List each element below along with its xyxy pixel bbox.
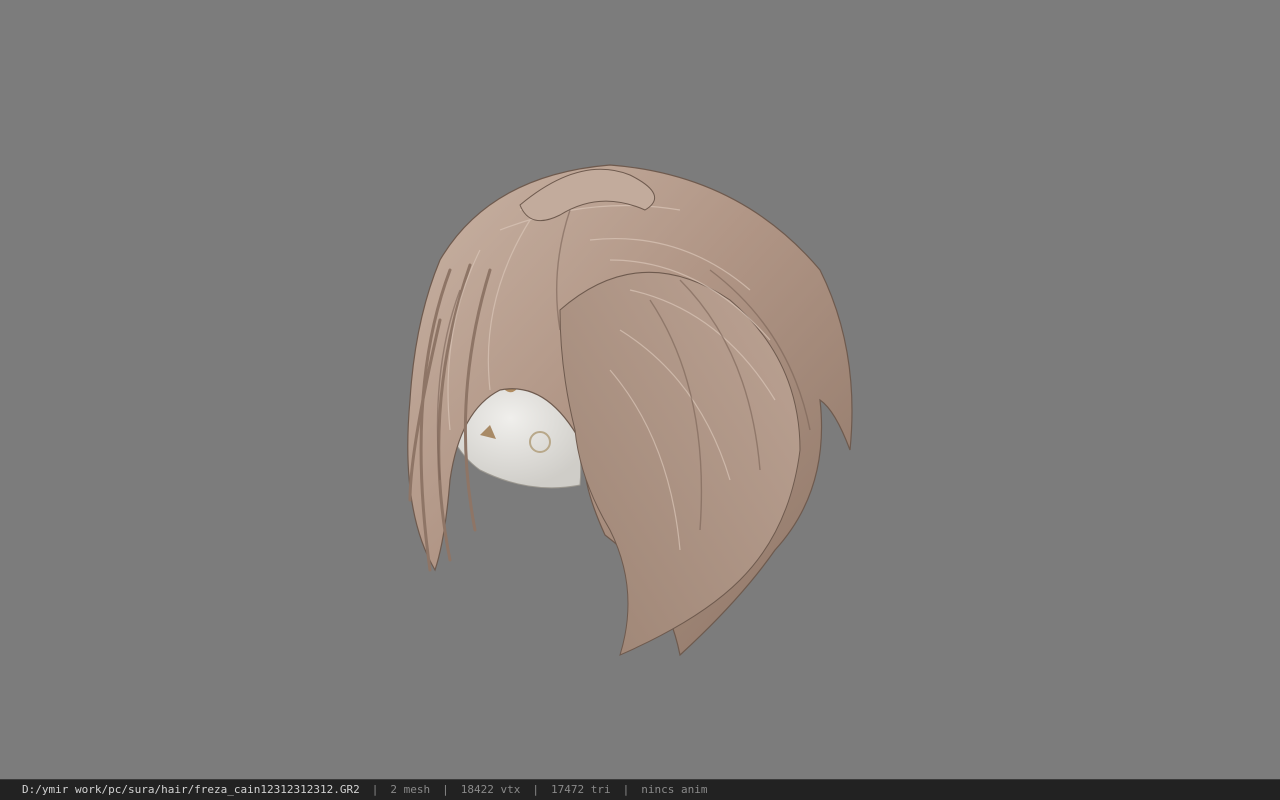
animation-status: nincs anim xyxy=(641,783,708,796)
3d-viewport[interactable] xyxy=(0,0,1280,779)
file-path: D:/ymir work/pc/sura/hair/freza_cain1231… xyxy=(22,783,360,796)
status-bar: D:/ymir work/pc/sura/hair/freza_cain1231… xyxy=(0,779,1280,800)
vertex-count: 18422 vtx xyxy=(460,783,521,796)
triangle-count: 17472 tri xyxy=(551,783,611,796)
mesh-count: 2 mesh xyxy=(390,783,431,796)
status-separator: | xyxy=(622,783,630,796)
status-separator: | xyxy=(532,783,539,796)
hair-model[interactable] xyxy=(380,150,870,670)
status-separator: | xyxy=(442,783,449,796)
status-separator: | xyxy=(371,783,379,796)
